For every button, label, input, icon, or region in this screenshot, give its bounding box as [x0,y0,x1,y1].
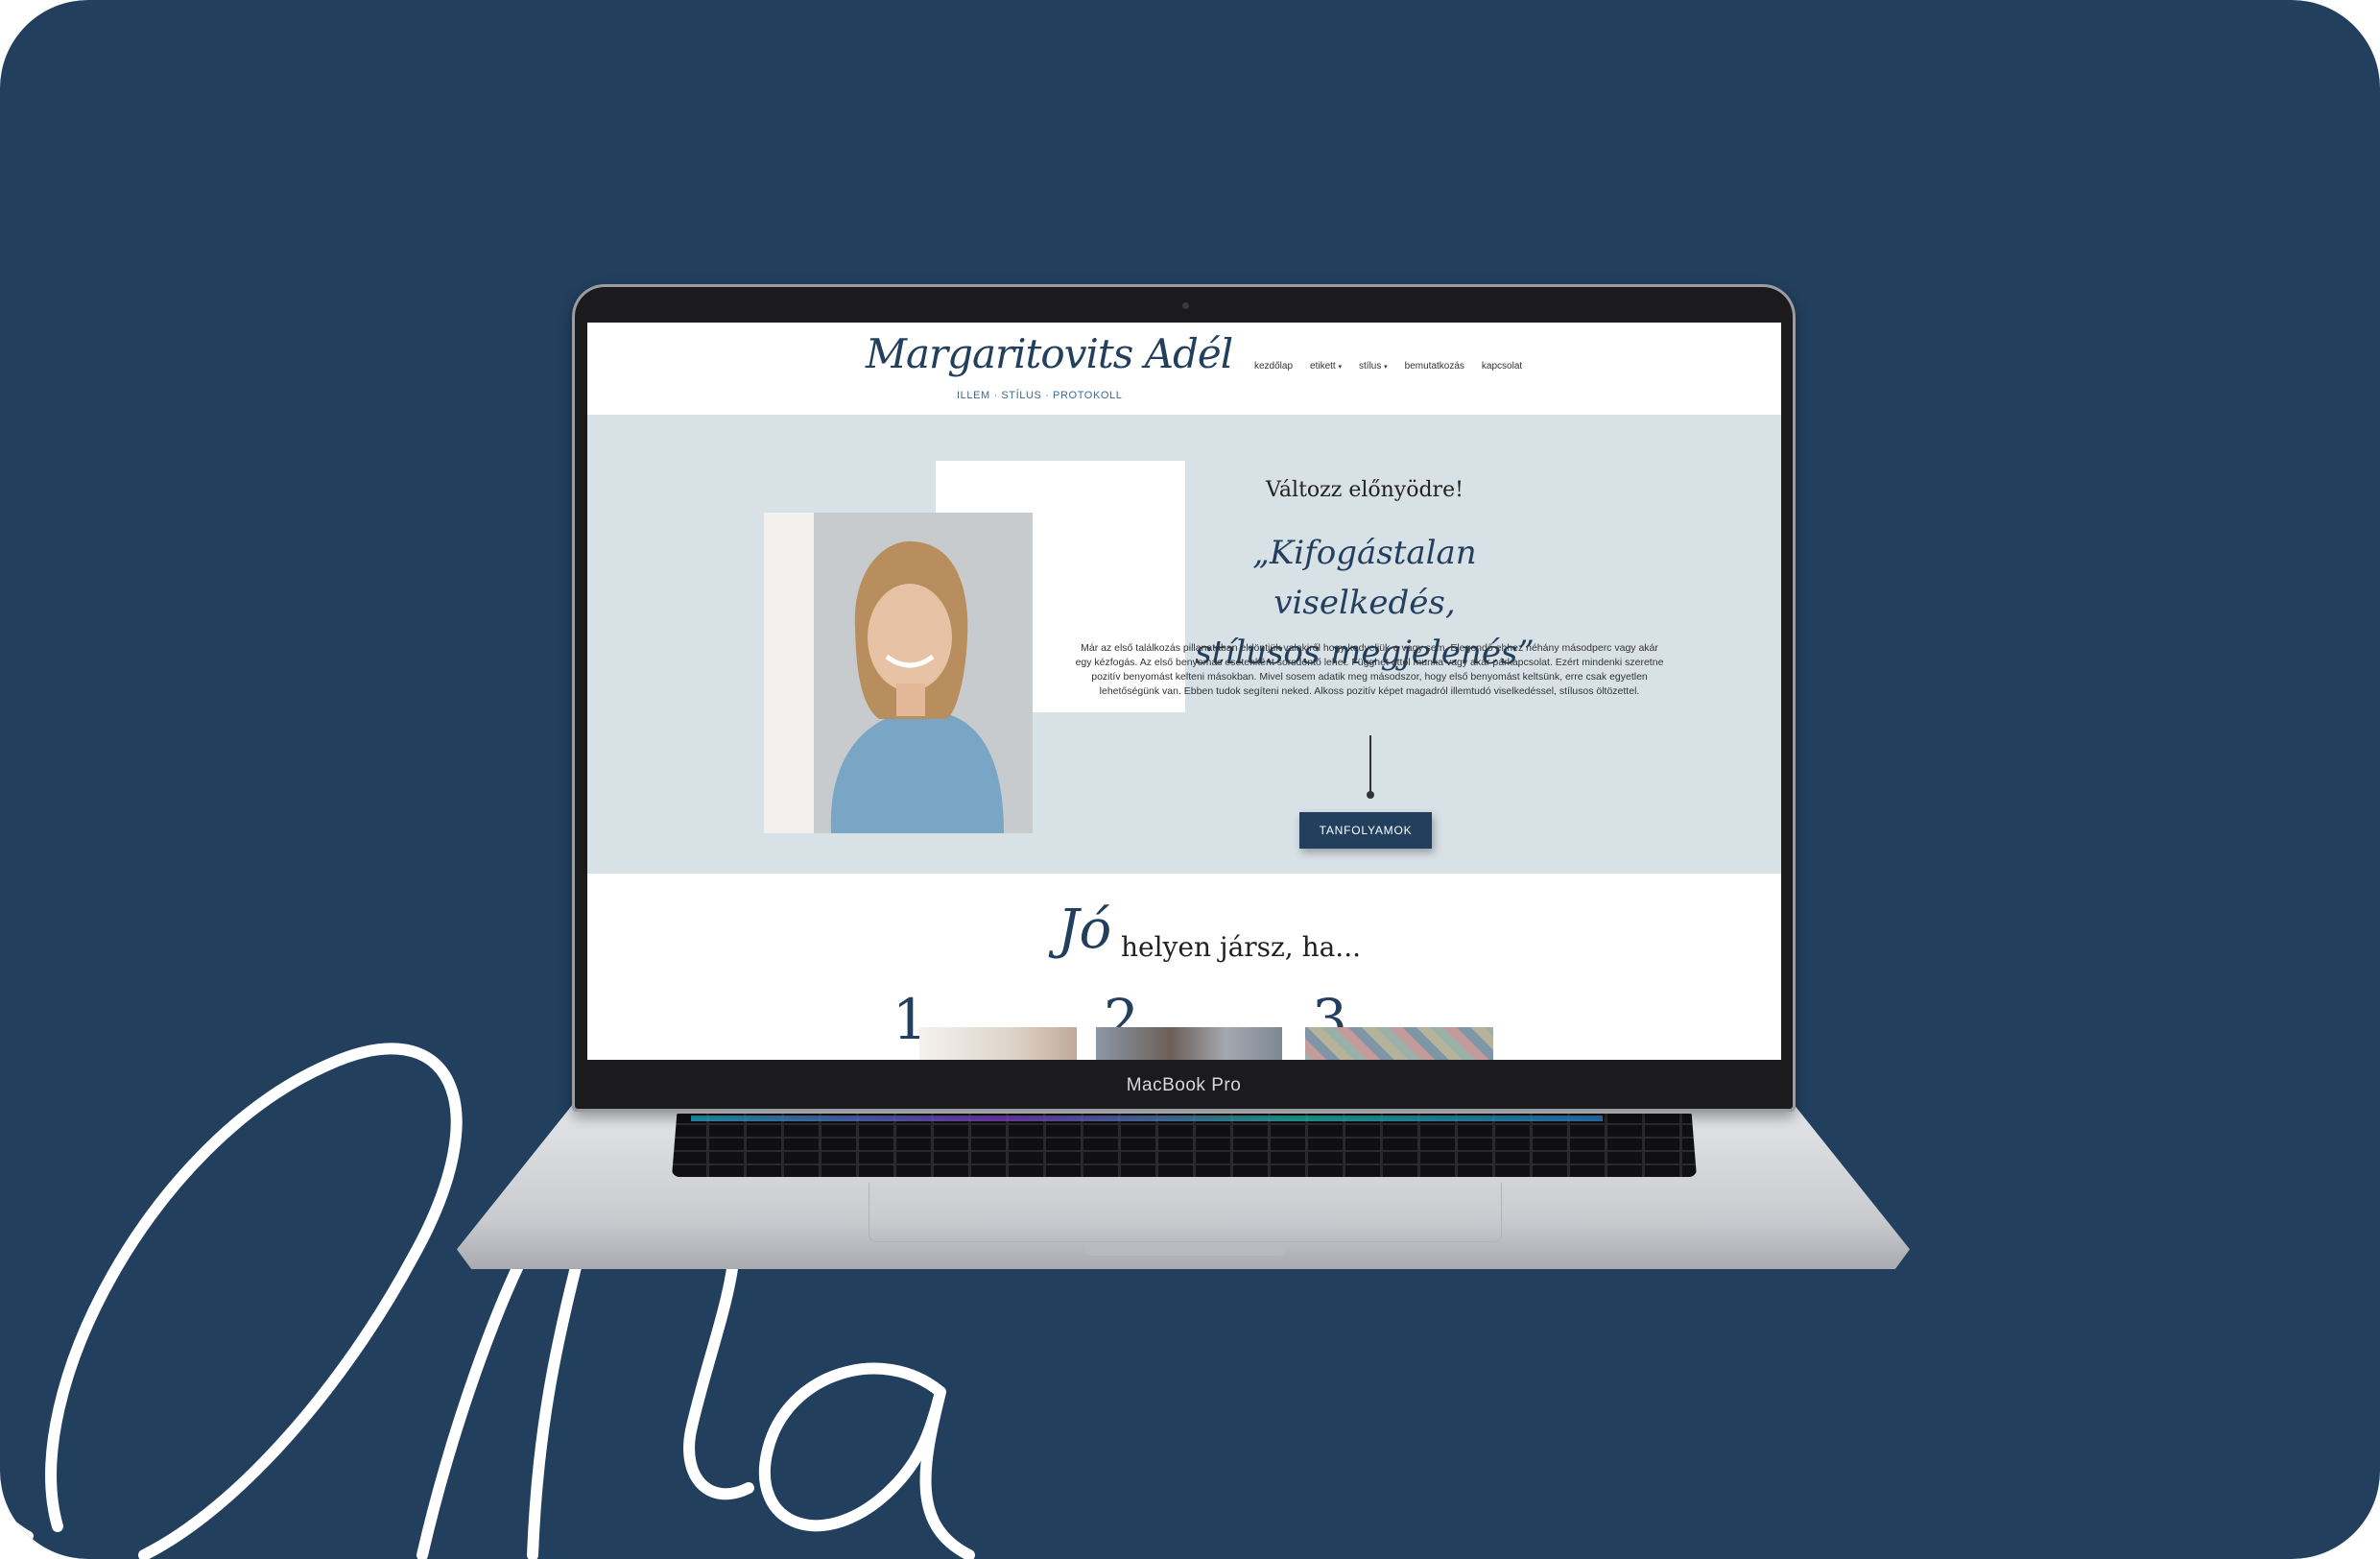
laptop-screen: Margaritovits Adél ILLEM · STÍLUS · PROT… [587,323,1781,1060]
item-thumbnail-1[interactable] [919,1027,1077,1060]
nav-item-bemutatkozas[interactable]: bemutatkozás [1405,361,1464,372]
nav-item-stilus[interactable]: stílus ▾ [1359,361,1388,372]
nav-item-kezdolap[interactable]: kezdőlap [1254,361,1293,372]
hero-quote-line-1: „Kifogástalan viselkedés, [1252,534,1477,622]
laptop-touchbar [691,1115,1603,1121]
item-thumbnail-2[interactable] [1096,1027,1282,1060]
laptop-keyboard [672,1114,1697,1177]
hero-section: Változz előnyödre! „Kifogástalan viselke… [587,415,1781,874]
site-header: Margaritovits Adél ILLEM · STÍLUS · PROT… [587,323,1781,415]
logo-tagline: ILLEM · STÍLUS · PROTOKOLL [957,390,1123,401]
item-thumbnail-3[interactable] [1305,1027,1493,1060]
chevron-down-icon: ▾ [1384,364,1388,371]
courses-button[interactable]: TANFOLYAMOK [1299,812,1432,849]
hero-connector-line [1369,735,1371,797]
hero-body-text: Már az első találkozás pillanatában eldö… [1075,642,1664,697]
nav-item-kapcsolat[interactable]: kapcsolat [1482,361,1522,372]
laptop-opening-notch [1084,1244,1286,1256]
main-nav: kezdőlap etikett ▾ stílus ▾ bemutatkozás… [1254,361,1522,372]
site-logo[interactable]: Margaritovits Adél [866,330,1233,377]
section2-title-script: Jó [1058,899,1112,961]
section2-title: helyen jársz, ha... [1121,931,1361,963]
nav-item-etikett[interactable]: etikett ▾ [1310,361,1342,372]
hero-subtitle: Változz előnyödre! [1266,478,1464,502]
hero-connector-dot [1367,791,1374,799]
webcam-icon [1182,302,1189,309]
device-label: MacBook Pro [1126,1075,1242,1095]
laptop-trackpad [869,1183,1502,1242]
hero-portrait-photo [764,513,1033,833]
chevron-down-icon: ▾ [1338,364,1343,371]
